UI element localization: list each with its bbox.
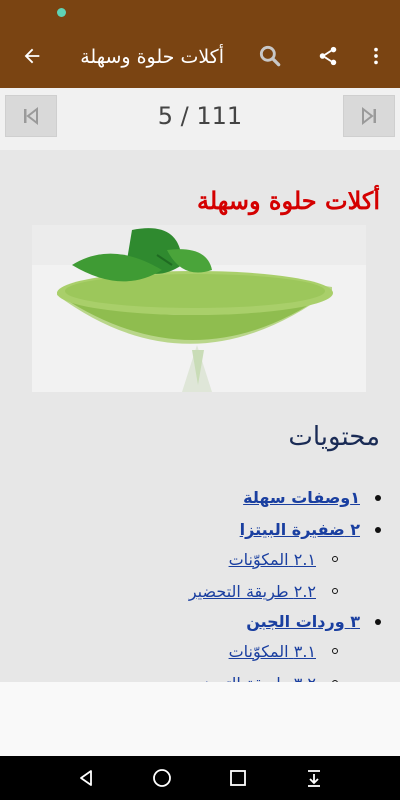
toc-item[interactable]: ١وصفات سهلة <box>243 488 381 507</box>
system-nav-bar <box>0 756 400 800</box>
toc-item[interactable]: ٢.٢ طريقة التحضير <box>189 582 338 601</box>
toc-link[interactable]: ٢.١ المكوّنات <box>229 550 316 569</box>
toc-item[interactable]: ٣.١ المكوّنات <box>229 642 338 661</box>
nav-download-icon[interactable] <box>302 766 326 790</box>
toc-item[interactable]: ٣.٢ طريقة التحضير <box>189 674 338 682</box>
nav-home-icon[interactable] <box>150 766 174 790</box>
toc-label: طريقة التحضير <box>188 582 289 601</box>
page-indicator: 5 / 111 <box>157 102 243 130</box>
toc-number: ٢ <box>350 520 360 539</box>
toc-link[interactable]: ٣.٢ طريقة التحضير <box>189 674 316 682</box>
hero-image <box>32 225 366 392</box>
toc-number: ١ <box>350 488 360 507</box>
arrow-left-icon[interactable] <box>12 36 52 76</box>
toc-number: ٣ <box>350 612 360 631</box>
toc-label: وصفات سهلة <box>243 488 351 507</box>
toc-link[interactable]: ١وصفات سهلة <box>243 488 360 507</box>
circle-bullet-icon <box>332 648 338 654</box>
toc-title: محتويات <box>288 422 380 452</box>
pager: 5 / 111 <box>0 88 400 150</box>
toc-number: ٢.٢ <box>293 582 316 601</box>
bullet-icon <box>375 495 381 501</box>
skip-last-icon <box>362 106 376 126</box>
bullet-icon <box>375 619 381 625</box>
last-page-button[interactable] <box>343 95 395 137</box>
notification-dot-icon <box>57 8 66 17</box>
app-title: أكلات حلوة وسهلة <box>80 46 224 68</box>
nav-recents-icon[interactable] <box>226 766 250 790</box>
bullet-icon <box>375 527 381 533</box>
app-bar: أكلات حلوة وسهلة <box>0 24 400 88</box>
toc-item[interactable]: ٢.١ المكوّنات <box>229 550 338 569</box>
toc-link[interactable]: ٢ ضفيرة البيتزا <box>240 520 360 539</box>
toc-label: وردات الجبن <box>246 612 345 631</box>
toc-label: المكوّنات <box>228 550 289 569</box>
article-title: أكلات حلوة وسهلة <box>196 186 380 215</box>
toc-link[interactable]: ٣.١ المكوّنات <box>229 642 316 661</box>
toc-link[interactable]: ٢.٢ طريقة التحضير <box>189 582 316 601</box>
nav-back-icon[interactable] <box>74 766 98 790</box>
article-content: أكلات حلوة وسهلة محتويات ١وصفات سهلة ٢ ض… <box>0 150 400 682</box>
more-vert-icon[interactable] <box>356 36 396 76</box>
toc-link[interactable]: ٣ وردات الجبن <box>246 612 360 631</box>
toc-label: ضفيرة البيتزا <box>239 520 345 539</box>
circle-bullet-icon <box>332 556 338 562</box>
toc-item[interactable]: ٢ ضفيرة البيتزا <box>240 520 381 539</box>
blank-area <box>0 682 400 756</box>
toc-label: المكوّنات <box>228 642 289 661</box>
toc-item[interactable]: ٣ وردات الجبن <box>246 612 381 631</box>
status-bar <box>0 0 400 24</box>
share-icon[interactable] <box>308 36 348 76</box>
toc-number: ٣.١ <box>293 642 316 661</box>
toc-number: ٢.١ <box>293 550 316 569</box>
toc-label: طريقة التحضير <box>189 674 289 682</box>
search-icon[interactable] <box>250 36 290 76</box>
toc-number: ٣.٢ <box>294 674 316 682</box>
circle-bullet-icon <box>332 588 338 594</box>
